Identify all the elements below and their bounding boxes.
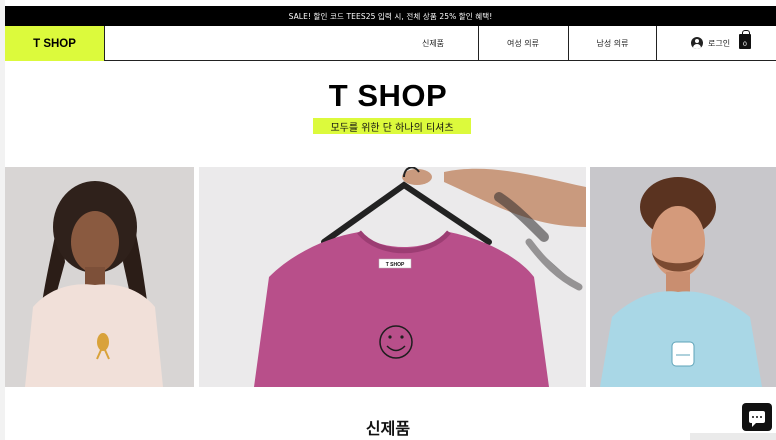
nav-womens-clothing[interactable]: 여성 의류: [478, 26, 567, 60]
photo-woman-cream-tee[interactable]: [5, 167, 194, 387]
hero-subtitle: 모두를 위한 단 하나의 티셔츠: [313, 118, 471, 134]
pink-tee-illustration: T SHOP: [199, 167, 586, 387]
photo-pink-tee-hanger[interactable]: T SHOP: [199, 167, 586, 387]
cart-count: 0: [742, 40, 748, 48]
woman-illustration: [5, 167, 194, 387]
login-button[interactable]: 로그인: [691, 35, 730, 51]
chat-icon: [749, 411, 765, 427]
shopping-bag-icon[interactable]: 0: [739, 30, 751, 49]
man-illustration: [590, 167, 776, 387]
login-label: 로그인: [708, 38, 731, 48]
page: SALE! 할인 코드 TEES25 입력 시, 전체 상품 25% 할인 혜택…: [0, 0, 776, 440]
nav-new-arrivals[interactable]: 신제품: [389, 26, 477, 60]
chat-button[interactable]: [742, 403, 772, 431]
bottom-edge-bar: [690, 433, 776, 440]
site-logo[interactable]: T SHOP: [5, 26, 105, 61]
photo-man-blue-tee[interactable]: [590, 167, 776, 387]
site-header: T SHOP 신제품 여성 의류 남성 의류 로그인 0: [5, 26, 776, 61]
hero-title: T SHOP: [328, 78, 448, 113]
user-icon: [691, 37, 703, 49]
nav-mens-clothing[interactable]: 남성 의류: [568, 26, 657, 60]
promo-banner: SALE! 할인 코드 TEES25 입력 시, 전체 상품 25% 할인 혜택…: [5, 6, 776, 26]
section-title-new-arrivals: 신제품: [365, 419, 411, 438]
garment-tag-text: T SHOP: [386, 262, 405, 268]
